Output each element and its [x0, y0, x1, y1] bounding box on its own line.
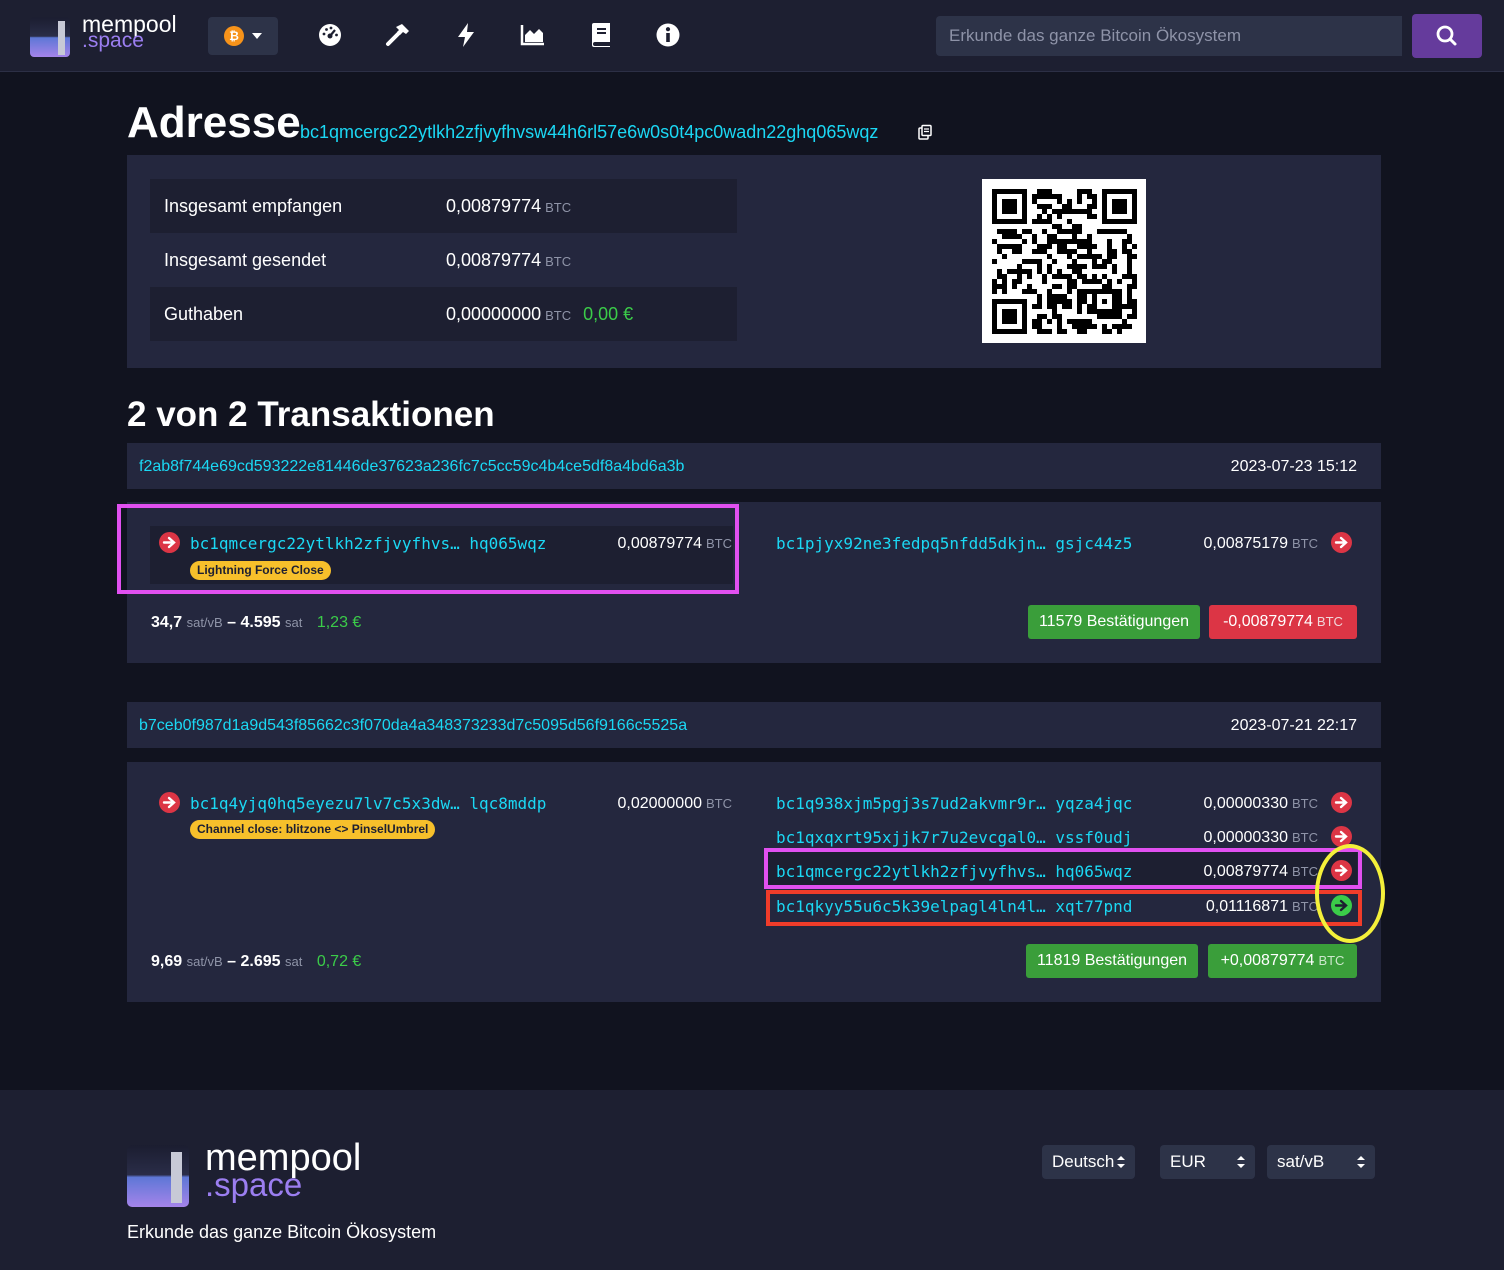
input-address-link[interactable]: bc1qmcergc22ytlkh2zfjvyfhvs… hq065wqz: [190, 534, 546, 553]
fee-info: 9,69 sat/vB – 2.695 sat 0,72 €: [151, 953, 362, 970]
fee-info: 34,7 sat/vB – 4.595 sat 1,23 €: [151, 614, 362, 631]
select-arrows-icon: [1237, 1156, 1245, 1168]
chevron-down-icon: [252, 33, 262, 39]
logo-text[interactable]: mempool .space: [82, 13, 177, 52]
fee-unit-select[interactable]: sat/vB: [1267, 1145, 1375, 1179]
top-navbar: mempool .space ₿: [0, 0, 1504, 72]
output-address-link[interactable]: bc1qmcergc22ytlkh2zfjvyfhvs… hq065wqz: [776, 862, 1132, 881]
logo-mark: [30, 17, 70, 57]
stat-balance: Guthaben 0,00000000 BTC 0,00 €: [150, 287, 737, 341]
input-arrow-red-icon[interactable]: [159, 532, 180, 553]
footer-logo-text[interactable]: mempool .space: [205, 1139, 361, 1201]
transactions-heading: 2 von 2 Transaktionen: [127, 395, 495, 434]
tx-body: bc1qmcergc22ytlkh2zfjvyfhvs… hq065wqz 0,…: [127, 502, 1381, 663]
docs-book-icon[interactable]: [588, 22, 614, 48]
output-address-link[interactable]: bc1pjyx92ne3fedpq5nfdd5dkjn… gsjc44z5: [776, 534, 1132, 553]
output-address-link[interactable]: bc1qxqxrt95xjjk7r7u2evcgal0… vssf0udj: [776, 828, 1132, 847]
clipboard-copy-icon[interactable]: [917, 124, 933, 140]
tx-type-tag: Lightning Force Close: [190, 561, 331, 580]
select-arrows-icon: [1357, 1156, 1365, 1168]
address-value[interactable]: bc1qmcergc22ytlkh2zfjvyfhvsw44h6rl57e6w0…: [300, 122, 878, 143]
txid-link[interactable]: b7ceb0f987d1a9d543f85662c3f070da4a348373…: [139, 717, 687, 735]
mempool-logo[interactable]: [30, 17, 70, 57]
input-amount: 0,02000000 BTC: [617, 795, 732, 812]
address-qr-code: [982, 179, 1146, 343]
output-arrow-red-icon[interactable]: [1331, 860, 1352, 881]
lightning-icon[interactable]: [453, 22, 479, 48]
tx-timestamp: 2023-07-23 15:12: [1230, 458, 1357, 475]
output-amount: 0,01116871 BTC: [1205, 898, 1318, 915]
currency-select[interactable]: EUR: [1160, 1145, 1255, 1179]
dashboard-icon[interactable]: [317, 22, 343, 48]
output-amount: 0,00000330 BTC: [1203, 829, 1318, 846]
txid-link[interactable]: f2ab8f744e69cd593222e81446de37623a236fc7…: [139, 458, 684, 476]
about-info-icon[interactable]: [655, 22, 681, 48]
graphs-icon[interactable]: [520, 22, 546, 48]
page-title: Adresse: [127, 98, 301, 147]
stat-total-sent: Insgesamt gesendet 0,00879774 BTC: [164, 250, 572, 270]
output-address-link[interactable]: bc1qkyy55u6c5k39elpagl4ln4l… xqt77pnd: [776, 897, 1132, 916]
logo-mark: [127, 1145, 189, 1207]
output-amount: 0,00000330 BTC: [1203, 795, 1318, 812]
search-button[interactable]: [1412, 14, 1482, 58]
input-address-link[interactable]: bc1q4yjq0hq5eyezu7lv7c5x3dw… lqc8mddp: [190, 794, 546, 813]
qr-code-image: [992, 189, 1137, 334]
output-arrow-red-icon[interactable]: [1331, 826, 1352, 847]
output-arrow-red-icon[interactable]: [1331, 792, 1352, 813]
tx-timestamp: 2023-07-21 22:17: [1230, 717, 1357, 734]
tx-body: bc1q4yjq0hq5eyezu7lv7c5x3dw… lqc8mddp 0,…: [127, 762, 1381, 1002]
footer-logo[interactable]: [127, 1145, 189, 1207]
stat-total-received: Insgesamt empfangen 0,00879774 BTC: [150, 179, 737, 233]
output-arrow-red-icon[interactable]: [1331, 532, 1352, 553]
tx-header: b7ceb0f987d1a9d543f85662c3f070da4a348373…: [127, 702, 1381, 748]
output-amount: 0,00879774 BTC: [1203, 863, 1318, 880]
bitcoin-icon: ₿: [224, 26, 244, 46]
input-amount: 0,00879774 BTC: [617, 535, 732, 552]
confirmations-badge[interactable]: 11579 Bestätigungen: [1028, 605, 1200, 639]
search-icon: [1436, 25, 1457, 46]
footer-tagline: Erkunde das ganze Bitcoin Ökosystem: [127, 1222, 437, 1242]
tx-type-tag: Channel close: blitzone <> PinselUmbrel: [190, 820, 436, 839]
mining-hammer-icon[interactable]: [385, 22, 411, 48]
network-selector-button[interactable]: ₿: [208, 17, 278, 55]
language-select[interactable]: Deutsch: [1042, 1145, 1135, 1179]
address-summary-box: Insgesamt empfangen 0,00879774 BTC Insges…: [127, 155, 1381, 368]
balance-fiat: 0,00 €: [583, 304, 634, 324]
search-input[interactable]: [936, 16, 1402, 56]
input-arrow-red-icon[interactable]: [159, 792, 180, 813]
net-amount-badge[interactable]: -0,00879774 BTC: [1209, 605, 1357, 639]
confirmations-badge[interactable]: 11819 Bestätigungen: [1026, 944, 1198, 978]
select-arrows-icon: [1117, 1156, 1125, 1168]
net-amount-badge[interactable]: +0,00879774 BTC: [1208, 944, 1357, 978]
output-amount: 0,00875179 BTC: [1203, 535, 1318, 552]
tx-header: f2ab8f744e69cd593222e81446de37623a236fc7…: [127, 443, 1381, 489]
output-arrow-green-icon[interactable]: [1331, 895, 1352, 916]
output-address-link[interactable]: bc1q938xjm5pgj3s7ud2akvmr9r… yqza4jqc: [776, 794, 1132, 813]
footer: mempool .space Erkunde das ganze Bitcoin…: [0, 1090, 1504, 1270]
